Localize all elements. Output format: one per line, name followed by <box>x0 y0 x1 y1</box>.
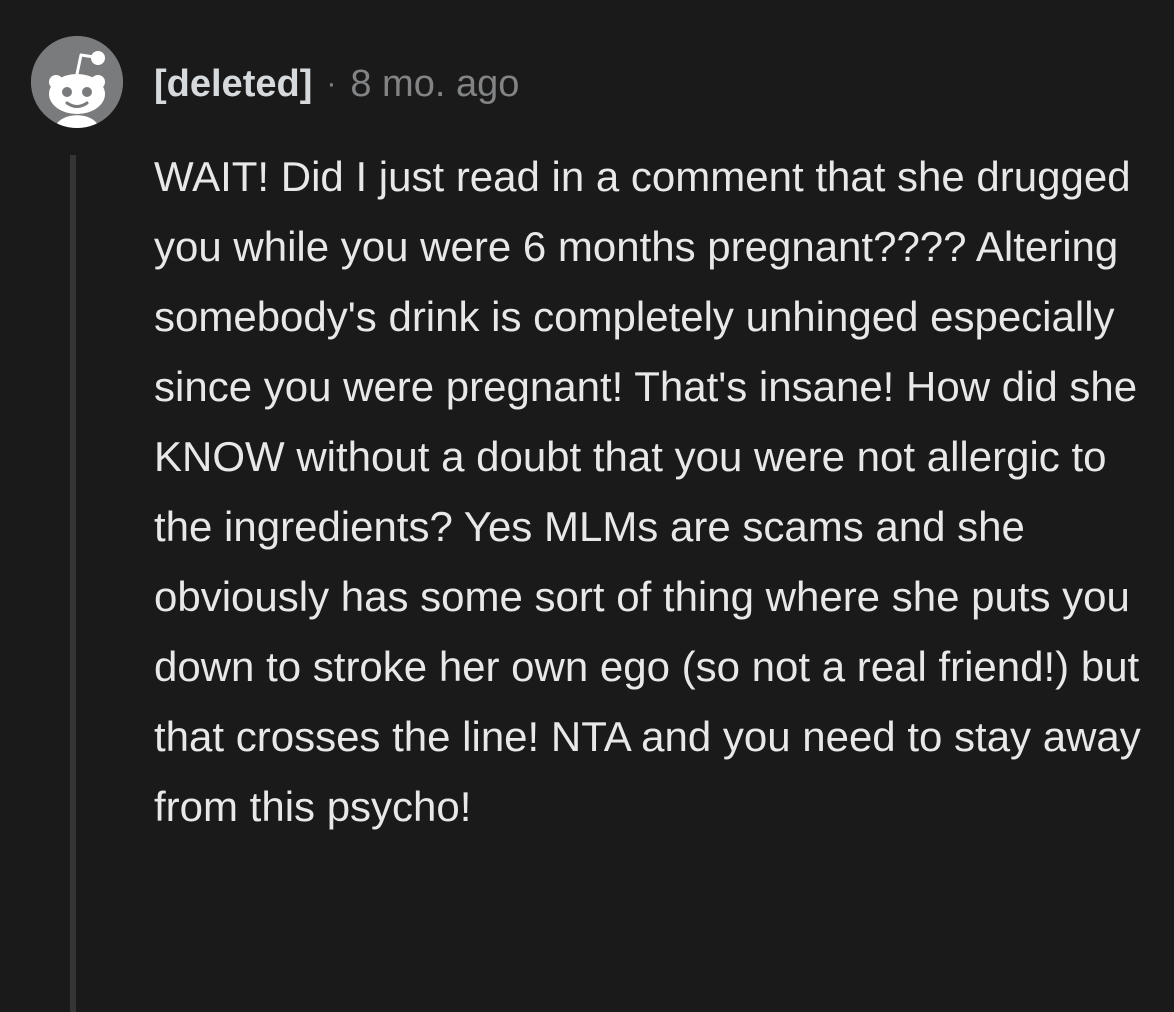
snoo-avatar-icon <box>31 36 123 128</box>
user-avatar[interactable] <box>31 36 123 128</box>
comment-meta: [deleted] · 8 mo. ago <box>154 58 519 110</box>
meta-separator: · <box>326 67 337 100</box>
comment-timestamp[interactable]: 8 mo. ago <box>350 58 519 110</box>
comment-body: WAIT! Did I just read in a comment that … <box>154 153 1141 830</box>
comment-author[interactable]: [deleted] <box>154 58 312 110</box>
thread-line[interactable] <box>70 155 76 1012</box>
comment: [deleted] · 8 mo. ago WAIT! Did I just r… <box>0 0 1174 1012</box>
